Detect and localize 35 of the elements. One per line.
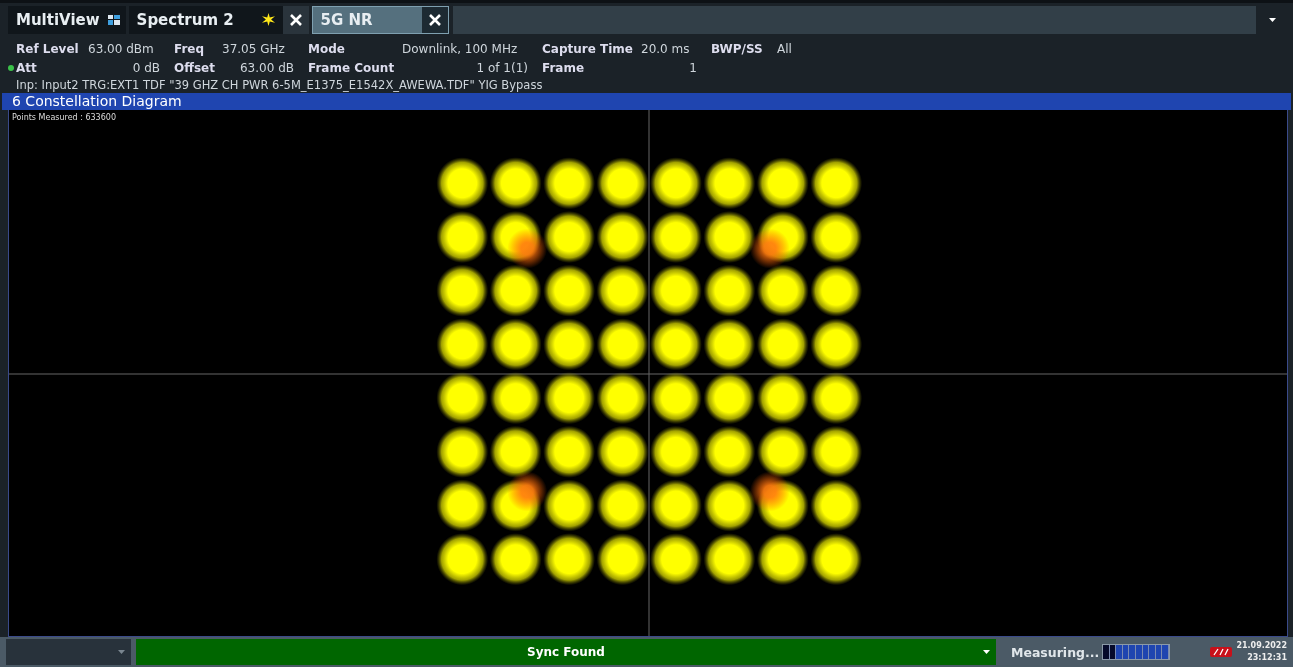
- setting-value: 0 dB: [131, 60, 161, 75]
- points-measured: Points Measured : 633600: [12, 113, 116, 122]
- date-label: 21.09.2022: [1236, 640, 1287, 652]
- setting-label: Frame: [542, 60, 586, 75]
- caret-icon: [118, 650, 125, 654]
- caret-icon[interactable]: [1269, 17, 1276, 22]
- sync-status[interactable]: Sync Found: [136, 639, 996, 665]
- setting-label: Offset: [174, 60, 216, 75]
- measuring-status: Measuring...: [1011, 644, 1099, 660]
- logo-icon: [1210, 646, 1233, 658]
- time-label: 23:12:31: [1247, 652, 1287, 664]
- setting-value: All: [777, 41, 793, 56]
- setting-value: Downlink, 100 MHz: [402, 41, 519, 56]
- close-icon[interactable]: [421, 6, 448, 33]
- setting-label: BWP/SS: [711, 41, 764, 56]
- input-info: Inp: Input2 TRG:EXT1 TDF "39 GHZ CH PWR 6-5M_E1375_E1542X_AWEWA.TDF" YIG Bypass: [15, 77, 544, 93]
- setting-label: Ref Level: [16, 41, 80, 56]
- channel-tab[interactable]: MultiView: [8, 5, 126, 34]
- setting-label: Mode: [308, 41, 346, 56]
- channel-tab[interactable]: 5G NR: [311, 5, 449, 34]
- setting-value: 63.00 dB: [238, 60, 295, 75]
- channel-tab[interactable]: Spectrum 2: [128, 5, 309, 34]
- close-icon[interactable]: [282, 5, 309, 34]
- setting-label: Freq: [174, 41, 206, 56]
- setting-value: 20.0 ms: [641, 41, 691, 56]
- diagram-title: 6 Constellation Diagram: [2, 93, 1291, 110]
- setting-label: Capture Time: [542, 41, 634, 56]
- setting-label: Att: [16, 60, 38, 75]
- setting-value: 1: [688, 60, 698, 75]
- setting-label: Frame Count: [308, 60, 396, 75]
- setting-value: 37.05 GHz: [222, 41, 286, 56]
- grid-icon: [107, 14, 120, 25]
- caret-icon: [983, 650, 990, 654]
- setting-value: 1 of 1(1): [475, 60, 529, 75]
- setting-value: 63.00 dBm: [88, 41, 155, 56]
